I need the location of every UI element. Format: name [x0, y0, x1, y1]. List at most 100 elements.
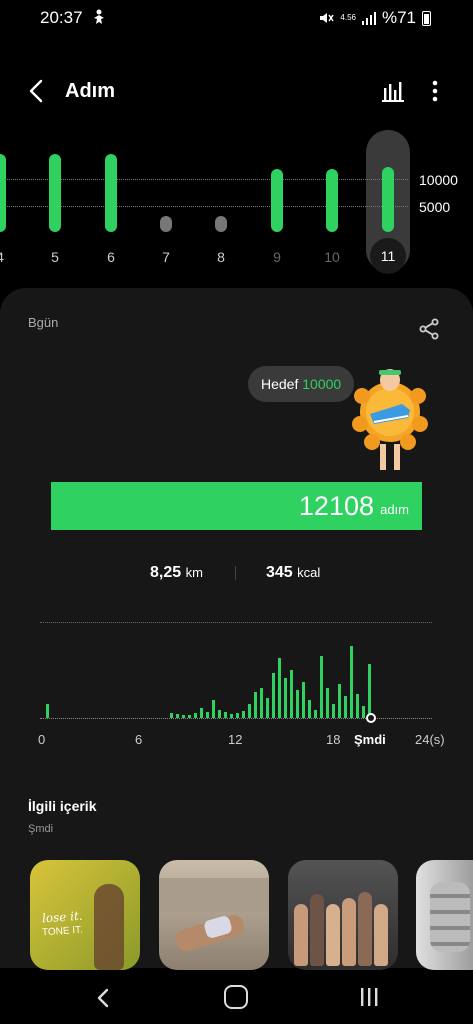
day-label: 9: [273, 249, 281, 265]
nav-recents-icon[interactable]: [356, 985, 382, 1009]
step-count: 12108: [298, 491, 374, 521]
goal-label: Hedef: [261, 376, 299, 392]
hour-bar: [344, 696, 347, 718]
x-axis-label-now: Şmdi: [354, 732, 386, 747]
goal-line-label: 10000: [419, 172, 458, 188]
goal-gridline: [0, 179, 408, 180]
x-axis-label: 6: [135, 732, 143, 747]
calorie-value: 345: [266, 564, 293, 581]
step-unit: adım: [380, 502, 409, 517]
hour-bar: [290, 670, 293, 718]
hour-bar: [320, 656, 323, 718]
battery-icon: [422, 10, 431, 26]
day-bar[interactable]: [326, 169, 338, 232]
content-thumbnail[interactable]: [288, 860, 398, 970]
day-label: 4: [0, 249, 15, 265]
hour-bar: [176, 714, 179, 718]
weekly-steps-chart[interactable]: 4 5 6 7 8 9 10 11 10000 5000: [0, 130, 473, 275]
mute-icon: [320, 13, 335, 23]
hour-bar: [278, 658, 281, 718]
chart-gridline: [40, 622, 432, 623]
day-bar[interactable]: [215, 216, 227, 232]
x-axis-label: 12: [228, 732, 243, 747]
hour-bar: [170, 713, 173, 718]
status-bar: 20:37 4.56 %71: [0, 0, 473, 36]
day-bar[interactable]: [160, 216, 172, 232]
person-figure: [374, 904, 388, 966]
mid-gridline: [0, 206, 408, 207]
hour-bar: [242, 711, 245, 718]
hour-bar: [194, 713, 197, 718]
hour-bar: [46, 704, 49, 718]
hour-bar: [356, 694, 359, 718]
day-bar[interactable]: [49, 154, 61, 232]
content-thumbnail[interactable]: [159, 860, 269, 970]
day-label: 8: [217, 249, 225, 265]
selected-day-label[interactable]: 11: [370, 238, 406, 274]
hour-bar: [284, 678, 287, 718]
hour-bar: [254, 692, 257, 718]
today-card: Bgün Hedef 10000 12108 adım 8,25 km 345 …: [0, 288, 473, 970]
x-axis-label: 18: [326, 732, 341, 747]
day-bar[interactable]: [0, 154, 6, 232]
calorie-unit: kcal: [297, 565, 321, 580]
hour-bar: [362, 706, 365, 718]
sofa-figure: [159, 878, 269, 912]
battery-percent: %71: [381, 8, 416, 27]
hour-bar: [218, 710, 221, 718]
hour-bar: [230, 714, 233, 718]
hour-bar: [314, 710, 317, 718]
day-label: 6: [107, 249, 115, 265]
system-nav-bar: [0, 970, 473, 1024]
day-bar[interactable]: [105, 154, 117, 232]
more-vert-icon[interactable]: [424, 78, 446, 104]
day-bar-selected[interactable]: [382, 167, 394, 232]
runner-figure: [94, 884, 124, 970]
distance-stat: 8,25 km: [150, 564, 203, 582]
mascot-sun-icon: [352, 369, 428, 470]
back-arrow-icon[interactable]: [22, 76, 52, 106]
hour-bar: [236, 713, 239, 718]
hour-bar: [350, 646, 353, 718]
today-label: Bgün: [28, 315, 59, 330]
hour-bar: [200, 708, 203, 718]
person-figure: [310, 894, 324, 966]
content-thumbnail[interactable]: lose it. TONE IT.: [30, 860, 140, 970]
stats-divider: [235, 566, 236, 580]
person-figure: [358, 892, 372, 966]
app-header: Adım: [0, 70, 473, 114]
nav-home-icon[interactable]: [224, 985, 248, 1009]
status-time: 20:37: [40, 8, 83, 27]
goal-value: 10000: [302, 376, 342, 392]
calorie-stat: 345 kcal: [266, 564, 320, 582]
nav-back-icon[interactable]: [90, 984, 118, 1012]
day-label: 10: [324, 249, 340, 265]
hour-bar: [272, 673, 275, 718]
day-bar[interactable]: [271, 169, 283, 232]
x-axis-label: 24(s): [415, 732, 445, 747]
activity-stats: 8,25 km 345 kcal: [0, 564, 473, 586]
fitness-icon: [94, 9, 104, 24]
hour-bar: [266, 698, 269, 718]
hourly-steps-chart[interactable]: 0 6 12 18 Şmdi 24(s): [0, 616, 473, 747]
hour-bar: [296, 690, 299, 718]
mid-line-label: 5000: [419, 199, 451, 215]
hour-bar: [206, 712, 209, 718]
hour-bar: [248, 704, 251, 718]
share-icon[interactable]: [418, 318, 440, 340]
person-figure: [294, 904, 308, 966]
signal-icon: [361, 11, 376, 25]
hour-bar: [212, 700, 215, 718]
hour-bar: [182, 715, 185, 718]
bar-chart-icon[interactable]: [380, 78, 406, 104]
hour-bar: [308, 700, 311, 718]
current-time-marker: [366, 713, 376, 723]
step-progress-bar: 12108 adım: [51, 482, 422, 530]
hour-bar: [260, 688, 263, 718]
hour-bar: [338, 684, 341, 718]
content-thumbnail[interactable]: [416, 860, 473, 970]
page-title: Adım: [65, 80, 115, 102]
hour-bar: [326, 688, 329, 718]
goal-bubble: Hedef 10000: [248, 366, 355, 402]
person-figure: [326, 904, 340, 966]
